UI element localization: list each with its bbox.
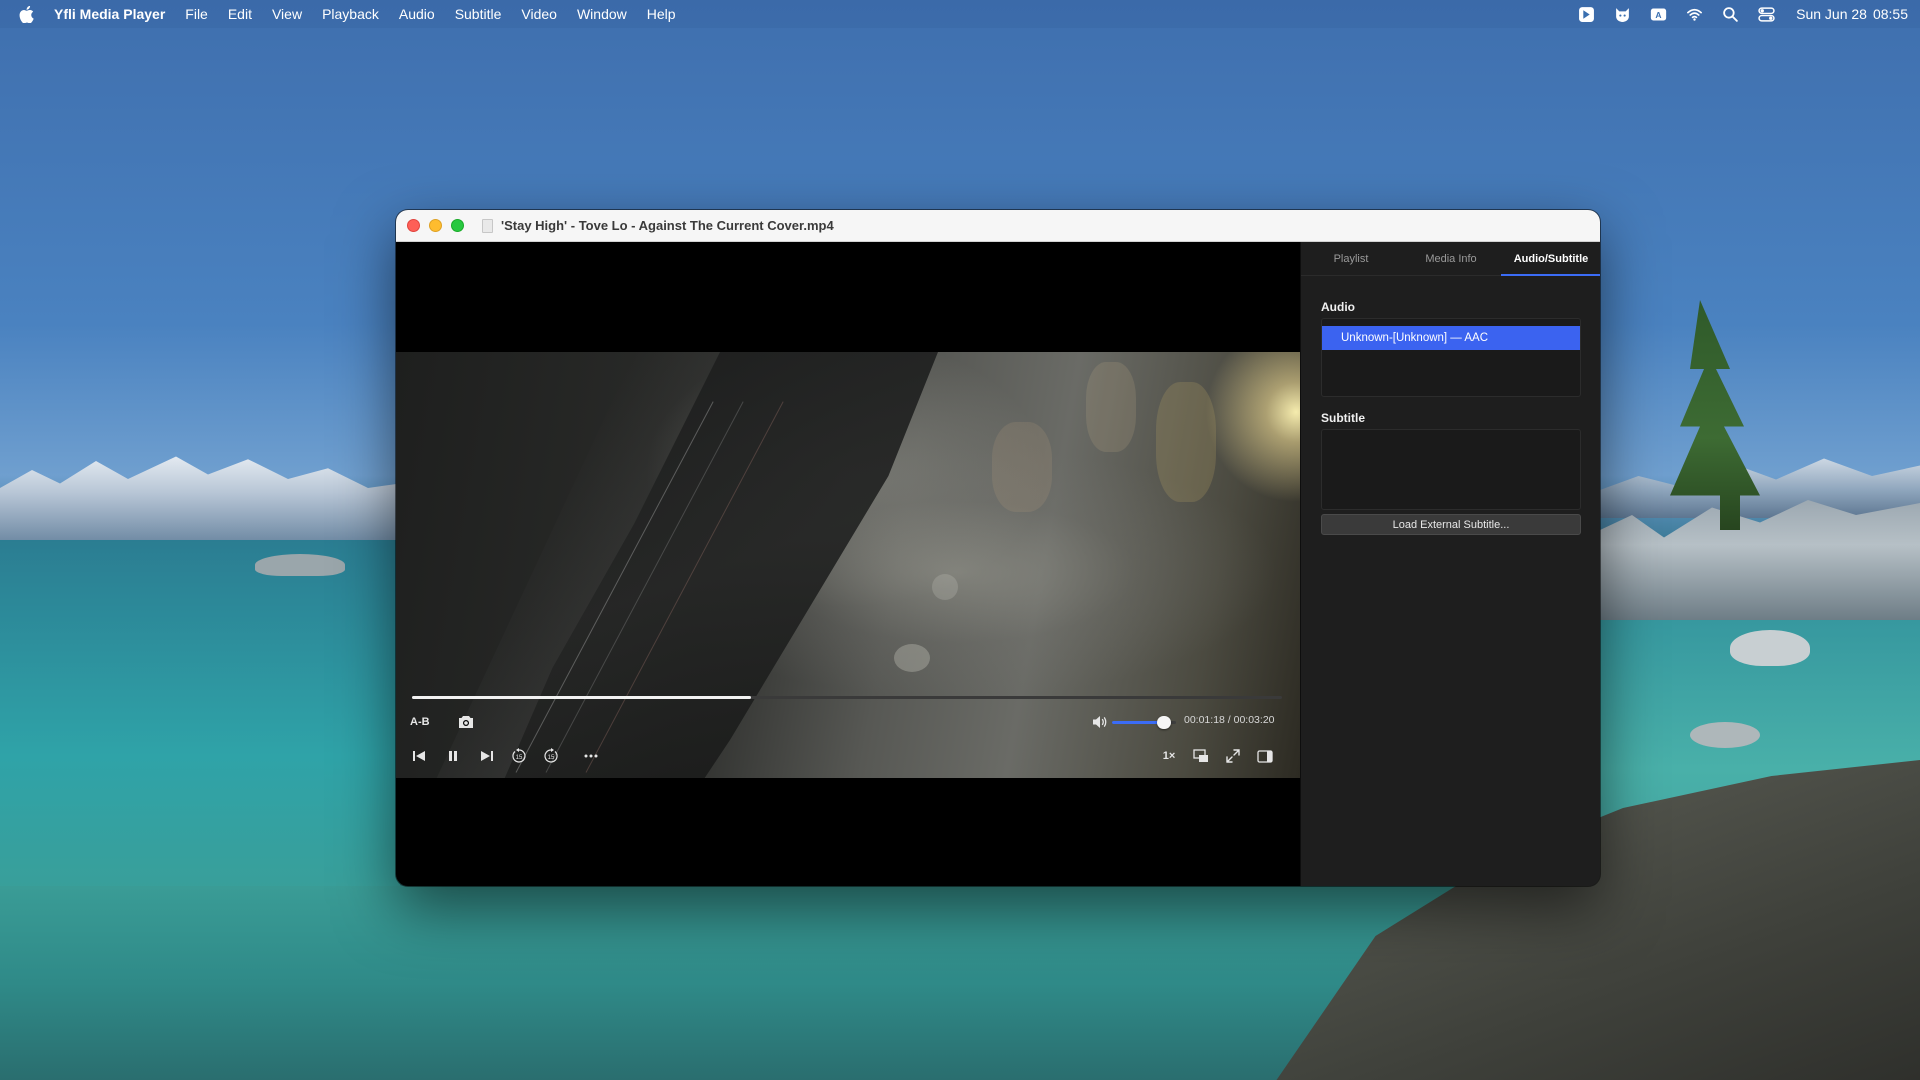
previous-track-icon[interactable]: [408, 745, 430, 767]
menu-video[interactable]: Video: [511, 0, 567, 28]
zoom-window-button[interactable]: [451, 219, 464, 232]
panel-tabs: Playlist Media Info Audio/Subtitle: [1301, 242, 1600, 276]
volume-slider[interactable]: [1112, 716, 1176, 729]
volume-icon[interactable]: [1090, 712, 1110, 732]
side-panel: Playlist Media Info Audio/Subtitle Audio…: [1300, 242, 1600, 886]
wallpaper-lake-right: [1600, 560, 1920, 1080]
wallpaper-mountains: [0, 456, 400, 542]
menu-file[interactable]: File: [175, 0, 218, 28]
tab-media-info[interactable]: Media Info: [1401, 242, 1501, 275]
menu-window[interactable]: Window: [567, 0, 637, 28]
input-source-icon[interactable]: A: [1640, 0, 1676, 28]
menu-bar: Yfli Media Player File Edit View Playbac…: [0, 0, 1920, 28]
menu-app-name[interactable]: Yfli Media Player: [52, 0, 175, 28]
seek-bar-fill: [412, 696, 752, 699]
wallpaper-mountains-right: [1600, 458, 1920, 518]
more-options-icon[interactable]: [580, 745, 602, 767]
window-controls: [396, 219, 464, 232]
menu-audio[interactable]: Audio: [389, 0, 445, 28]
svg-text:15: 15: [516, 755, 523, 761]
menubar-clock[interactable]: Sun Jun 28 08:55: [1784, 6, 1908, 22]
pause-icon[interactable]: [442, 745, 464, 767]
clock-time: 08:55: [1872, 6, 1908, 22]
svg-text:15: 15: [548, 755, 555, 761]
sidebar-toggle-icon[interactable]: [1254, 745, 1276, 767]
player-window: 'Stay High' - Tove Lo - Against The Curr…: [396, 210, 1600, 886]
time-readout: 00:01:18 / 00:03:20: [1184, 714, 1275, 726]
seek-bar[interactable]: [412, 696, 1282, 699]
wallpaper-rock: [1730, 630, 1810, 666]
wallpaper-shallows: [0, 886, 1920, 1080]
tab-audio-subtitle[interactable]: Audio/Subtitle: [1501, 242, 1600, 276]
fullscreen-icon[interactable]: [1222, 745, 1244, 767]
menu-edit[interactable]: Edit: [218, 0, 262, 28]
wallpaper-lake: [0, 540, 400, 1080]
apple-menu-icon[interactable]: [0, 5, 52, 23]
window-title: 'Stay High' - Tove Lo - Against The Curr…: [501, 218, 834, 233]
window-title-wrap: 'Stay High' - Tove Lo - Against The Curr…: [482, 218, 834, 233]
menu-help[interactable]: Help: [637, 0, 686, 28]
close-window-button[interactable]: [407, 219, 420, 232]
audio-section-title: Audio: [1321, 300, 1355, 314]
video-content-bokeh: [1086, 362, 1136, 452]
control-center-icon[interactable]: [1748, 0, 1784, 28]
status-app-icon[interactable]: [1568, 0, 1604, 28]
wifi-icon[interactable]: [1676, 0, 1712, 28]
menu-subtitle[interactable]: Subtitle: [445, 0, 512, 28]
title-bar[interactable]: 'Stay High' - Tove Lo - Against The Curr…: [396, 210, 1600, 242]
video-player[interactable]: A-B 00:01:18 / 00:03:20 15 15 1×: [396, 242, 1300, 886]
clock-date: Sun Jun 28: [1796, 6, 1867, 22]
subtitle-track-list[interactable]: [1321, 429, 1581, 510]
tab-playlist[interactable]: Playlist: [1301, 242, 1401, 275]
video-content-bokeh: [894, 644, 930, 672]
audio-track-item[interactable]: Unknown-[Unknown] — AAC: [1322, 326, 1580, 350]
picture-in-picture-icon[interactable]: [1190, 745, 1212, 767]
svg-text:A: A: [1655, 9, 1661, 19]
wallpaper-rock: [1690, 722, 1760, 748]
video-frame[interactable]: [396, 352, 1300, 778]
minimize-window-button[interactable]: [429, 219, 442, 232]
menu-playback[interactable]: Playback: [312, 0, 389, 28]
document-icon[interactable]: [482, 218, 493, 233]
playback-speed-button[interactable]: 1×: [1158, 745, 1180, 767]
subtitle-section-title: Subtitle: [1321, 411, 1365, 425]
skip-back-icon[interactable]: 15: [508, 745, 530, 767]
cat-icon[interactable]: [1604, 0, 1640, 28]
load-external-subtitle-button[interactable]: Load External Subtitle...: [1321, 514, 1581, 535]
menu-view[interactable]: View: [262, 0, 312, 28]
video-content-bokeh: [932, 574, 958, 600]
skip-forward-icon[interactable]: 15: [540, 745, 562, 767]
wallpaper-rock: [255, 554, 345, 576]
video-content-bokeh: [992, 422, 1052, 512]
video-content-bokeh: [1156, 382, 1216, 502]
wallpaper-rocks: [1600, 500, 1920, 620]
ab-loop-button[interactable]: A-B: [410, 712, 430, 732]
screenshot-camera-icon[interactable]: [456, 712, 476, 732]
search-icon[interactable]: [1712, 0, 1748, 28]
audio-track-list[interactable]: Unknown-[Unknown] — AAC: [1321, 318, 1581, 397]
next-track-icon[interactable]: [476, 745, 498, 767]
wallpaper-trees: [1670, 300, 1760, 530]
